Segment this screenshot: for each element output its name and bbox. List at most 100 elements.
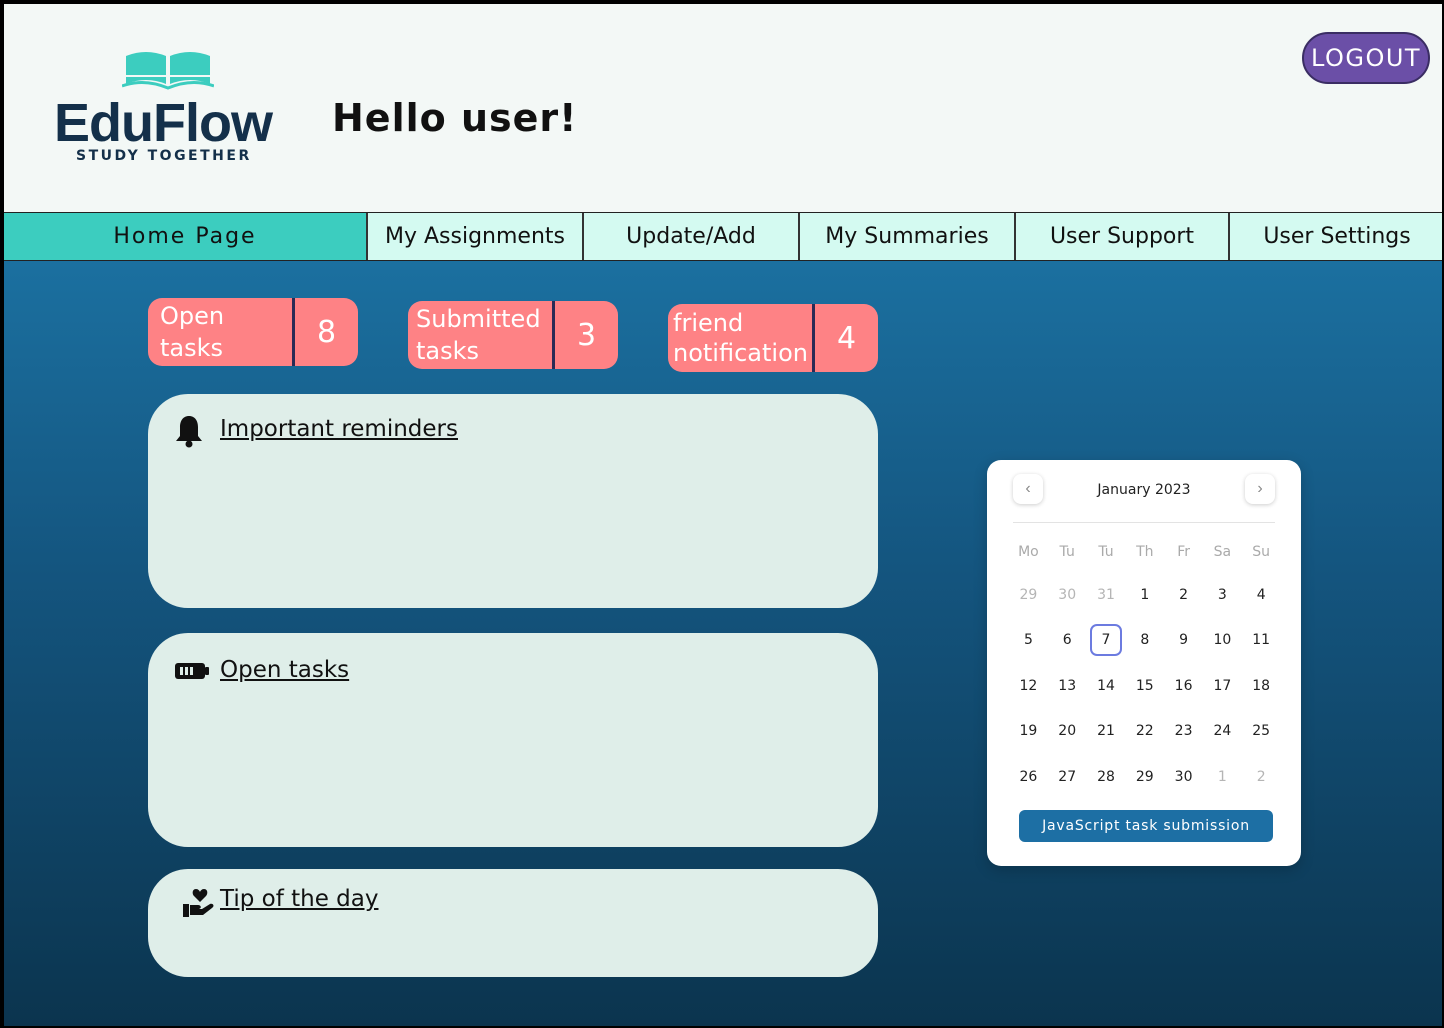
calendar-day-label: 22 (1135, 723, 1154, 740)
tab-update-add[interactable]: Update/Add (584, 213, 800, 260)
logo-name: EduFlow (54, 93, 273, 153)
calendar-day[interactable]: 27 (1048, 754, 1087, 800)
calendar-weekday: Sa (1213, 544, 1232, 560)
calendar-day[interactable]: 23 (1164, 709, 1203, 755)
stat-label-line2: notification (673, 339, 808, 367)
calendar-day-label: 8 (1140, 632, 1150, 649)
calendar-day[interactable]: 16 (1164, 663, 1203, 709)
tab-user-settings[interactable]: User Settings (1230, 213, 1442, 260)
calendar-day[interactable]: 28 (1087, 754, 1126, 800)
logo-tagline: STUDY TOGETHER (76, 148, 252, 164)
calendar-day[interactable]: 21 (1087, 709, 1126, 755)
important-reminders-card: Important reminders (148, 394, 878, 608)
calendar-day[interactable]: 30 (1164, 754, 1203, 800)
tab-my-assignments[interactable]: My Assignments (368, 213, 584, 260)
stat-open-tasks[interactable]: Open tasks 8 (148, 298, 358, 366)
calendar-day[interactable]: 2 (1242, 754, 1281, 800)
card-title[interactable]: Important reminders (220, 416, 458, 442)
calendar-day[interactable]: 17 (1203, 663, 1242, 709)
calendar-day-label: 5 (1023, 632, 1033, 649)
calendar-day[interactable]: 2 (1164, 572, 1203, 618)
card-title[interactable]: Tip of the day (220, 886, 378, 912)
calendar-day[interactable]: 29 (1125, 754, 1164, 800)
calendar-day[interactable]: 3 (1203, 572, 1242, 618)
calendar-day-label: 1 (1140, 586, 1150, 603)
calendar-day[interactable]: 18 (1242, 663, 1281, 709)
calendar-day[interactable]: 11 (1242, 618, 1281, 664)
calendar-day-label: 16 (1174, 677, 1193, 694)
calendar-day-label: 2 (1256, 768, 1266, 785)
calendar-day-label: 25 (1252, 723, 1271, 740)
calendar-weekday: Tu (1059, 544, 1075, 560)
tab-home-page[interactable]: Home Page (4, 213, 368, 260)
chevron-right-icon[interactable]: › (1245, 474, 1275, 504)
calendar-day-selected[interactable]: 7 (1087, 618, 1126, 664)
tab-my-summaries[interactable]: My Summaries (800, 213, 1016, 260)
battery-icon (175, 663, 209, 679)
calendar-day[interactable]: 31 (1087, 572, 1126, 618)
calendar-day[interactable]: 15 (1125, 663, 1164, 709)
calendar-day[interactable]: 19 (1009, 709, 1048, 755)
calendar-day-label: 2 (1179, 586, 1189, 603)
calendar-day-label: 29 (1019, 586, 1038, 603)
calendar-day[interactable]: 26 (1009, 754, 1048, 800)
calendar-day[interactable]: 24 (1203, 709, 1242, 755)
calendar-day-label: 17 (1213, 677, 1232, 694)
divider (1013, 522, 1275, 523)
calendar-day[interactable]: 6 (1048, 618, 1087, 664)
calendar-day[interactable]: 9 (1164, 618, 1203, 664)
calendar-day-label: 10 (1213, 632, 1232, 649)
calendar-day-label: 12 (1019, 677, 1038, 694)
stat-label-line2: tasks (416, 337, 480, 365)
calendar-day[interactable]: 8 (1125, 618, 1164, 664)
calendar-day[interactable]: 12 (1009, 663, 1048, 709)
stat-label-line2: tasks (160, 334, 224, 362)
calendar-day-label: 28 (1097, 768, 1115, 785)
calendar-day[interactable]: 4 (1242, 572, 1281, 618)
calendar-day-label: 31 (1097, 586, 1115, 603)
main-nav: Home Page My Assignments Update/Add My S… (4, 212, 1442, 261)
stat-count: 3 (576, 317, 597, 353)
logout-button[interactable]: LOGOUT (1302, 32, 1430, 84)
calendar-day[interactable]: 1 (1125, 572, 1164, 618)
card-title[interactable]: Open tasks (220, 657, 349, 683)
calendar-weekday: Mo (1018, 544, 1039, 560)
calendar-day-label: 24 (1213, 723, 1232, 740)
stat-submitted-tasks[interactable]: Submitted tasks 3 (408, 301, 618, 369)
calendar-day[interactable]: 13 (1048, 663, 1087, 709)
stat-friend-notification[interactable]: friend notification 4 (668, 304, 878, 372)
stat-count: 4 (836, 320, 857, 356)
calendar-day-label: 7 (1089, 624, 1122, 657)
calendar-day[interactable]: 29 (1009, 572, 1048, 618)
calendar-day[interactable]: 14 (1087, 663, 1126, 709)
calendar-day[interactable]: 22 (1125, 709, 1164, 755)
calendar-day-label: 19 (1019, 723, 1038, 740)
book-icon (122, 52, 214, 90)
greeting: Hello user! (332, 96, 578, 140)
calendar-day-label: 21 (1097, 723, 1115, 740)
tab-user-support[interactable]: User Support (1016, 213, 1230, 260)
calendar-day[interactable]: 30 (1048, 572, 1087, 618)
calendar-grid: Mo Tu Tu Th Fr Sa Su 29 30 31 1 2 3 4 5 6 7 8 9 10 11 12 13 14 1… (1009, 532, 1281, 800)
calendar-day-label: 11 (1252, 632, 1271, 649)
calendar-day-label: 30 (1174, 768, 1193, 785)
javascript-task-submission-button[interactable]: JavaScript task submission (1019, 810, 1273, 842)
calendar-day[interactable]: 1 (1203, 754, 1242, 800)
calendar-day[interactable]: 25 (1242, 709, 1281, 755)
tip-of-the-day-card: Tip of the day (148, 869, 878, 977)
calendar-day-label: 20 (1058, 723, 1077, 740)
calendar-weekday: Su (1252, 544, 1271, 560)
calendar-weekday: Tu (1098, 544, 1114, 560)
stat-label-line1: friend (673, 309, 744, 337)
dashboard: Open tasks 8 Submitted tasks 3 friend no… (4, 261, 1442, 1026)
calendar-day[interactable]: 10 (1203, 618, 1242, 664)
calendar-day[interactable]: 20 (1048, 709, 1087, 755)
calendar-weekday: Th (1136, 544, 1154, 560)
calendar-day-label: 23 (1174, 723, 1193, 740)
calendar-day-label: 29 (1135, 768, 1154, 785)
calendar-day-label: 9 (1179, 632, 1189, 649)
stat-count: 8 (316, 314, 337, 350)
calendar-day-label: 14 (1097, 677, 1115, 694)
calendar-day-label: 6 (1062, 632, 1072, 649)
calendar-day[interactable]: 5 (1009, 618, 1048, 664)
